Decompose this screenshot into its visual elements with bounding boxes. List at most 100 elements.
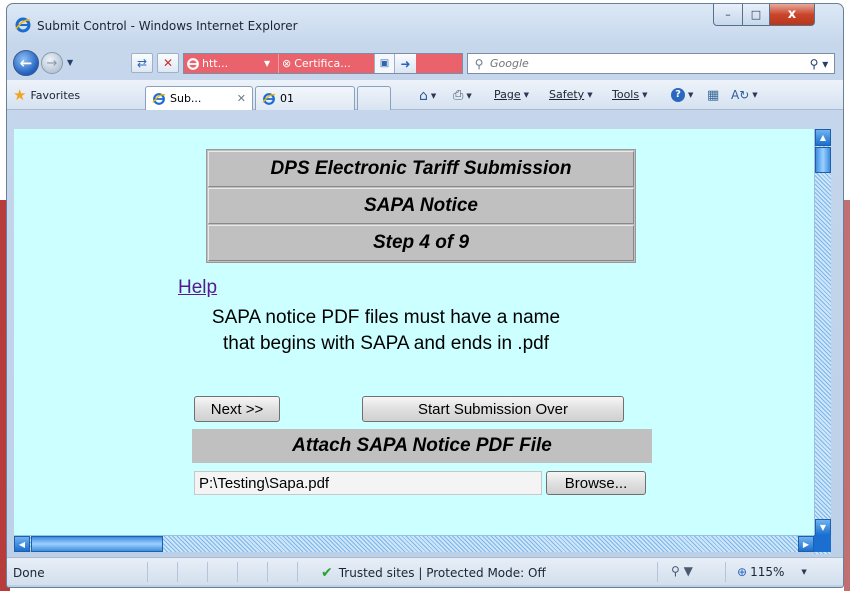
forward-arrow-icon: → xyxy=(46,55,58,71)
zone-label: Trusted sites | Protected Mode: Off xyxy=(338,566,546,580)
instructions-line-1: SAPA notice PDF files must have a name xyxy=(211,307,561,328)
checkmark-icon: ✔ xyxy=(321,565,333,581)
safety-menu-label: Safety xyxy=(549,88,585,101)
favorites-button[interactable]: ★ Favorites xyxy=(13,85,80,105)
chevron-down-icon: ▼ xyxy=(752,91,758,99)
search-icon[interactable]: ⚲ ▾ xyxy=(804,57,834,71)
compatibility-icon[interactable]: ▣ xyxy=(374,54,394,73)
scrollbar-corner xyxy=(814,535,831,552)
window-title: Submit Control - Windows Internet Explor… xyxy=(37,19,298,33)
search-input[interactable] xyxy=(490,57,804,70)
tab-label: Sub... xyxy=(170,92,202,105)
compatibility-view-button[interactable]: ⇄ xyxy=(131,53,153,73)
header-subtitle: SAPA Notice xyxy=(208,188,634,224)
tab-01[interactable]: 01 xyxy=(255,86,355,110)
certificate-error-button[interactable]: ⊗ Certifica... xyxy=(278,54,374,73)
zoom-button[interactable]: ⊕ 115% ▼ xyxy=(737,565,807,579)
back-arrow-icon: ← xyxy=(19,54,33,72)
horizontal-scrollbar[interactable]: ◀ ▶ xyxy=(14,535,814,552)
navigation-bar: ← → ▼ ⇄ ✕ htt... ▼ ⊗ Certifica... ▣ ➜ ⚲ … xyxy=(7,44,843,80)
vertical-scroll-thumb[interactable] xyxy=(815,147,831,173)
research-button[interactable]: ▦ xyxy=(707,88,719,103)
history-dropdown-icon[interactable]: ▼ xyxy=(67,58,73,67)
scroll-down-icon[interactable]: ▼ xyxy=(815,519,831,536)
print-button[interactable]: ⎙ ▼ xyxy=(453,88,472,103)
status-divider xyxy=(237,562,238,582)
help-icon: ? xyxy=(671,88,685,102)
security-zone[interactable]: ✔ Trusted sites | Protected Mode: Off xyxy=(321,565,546,581)
research-icon: ▦ xyxy=(707,88,720,103)
status-bar: Done ✔ Trusted sites | Protected Mode: O… xyxy=(7,557,843,585)
header-title: DPS Electronic Tariff Submission xyxy=(208,151,634,187)
scroll-up-icon[interactable]: ▲ xyxy=(815,129,831,146)
page-menu[interactable]: Page ▼ xyxy=(494,88,529,101)
page-menu-label: Page xyxy=(494,88,521,101)
print-icon: ⎙ xyxy=(453,88,464,103)
home-icon: ⌂ xyxy=(419,88,428,104)
chevron-down-icon: ▼ xyxy=(801,568,807,576)
status-text: Done xyxy=(13,566,45,580)
zoom-icon: ⊕ xyxy=(737,565,748,579)
favorites-star-icon: ★ xyxy=(13,86,27,104)
tools-menu[interactable]: Tools ▼ xyxy=(612,88,648,101)
status-divider xyxy=(657,562,658,582)
safety-menu[interactable]: Safety ▼ xyxy=(549,88,593,101)
scroll-left-icon[interactable]: ◀ xyxy=(14,536,30,552)
instructions-line-2: that begins with SAPA and ends in .pdf xyxy=(222,333,550,354)
help-link[interactable]: Help xyxy=(178,277,217,299)
status-divider xyxy=(147,562,148,582)
protected-mode-icon[interactable]: ⚲ ▼ xyxy=(671,564,693,578)
forward-button[interactable]: → xyxy=(41,52,63,74)
file-path-input[interactable] xyxy=(194,471,542,495)
address-text[interactable]: htt... xyxy=(202,57,264,70)
help-button[interactable]: ? ▼ xyxy=(671,88,693,102)
maximize-button[interactable]: □ xyxy=(742,4,770,26)
scroll-right-icon[interactable]: ▶ xyxy=(798,536,814,552)
tab-close-icon[interactable]: ✕ xyxy=(237,92,246,105)
translate-button[interactable]: A↻ ▼ xyxy=(731,88,758,102)
refresh-arrows-icon: ⇄ xyxy=(136,56,148,70)
back-button[interactable]: ← xyxy=(13,50,39,76)
status-divider xyxy=(177,562,178,582)
stop-button[interactable]: ✕ xyxy=(157,53,179,73)
zoom-level: 115% xyxy=(750,565,785,579)
home-button[interactable]: ⌂ ▼ xyxy=(419,88,436,104)
address-dropdown-icon[interactable]: ▼ xyxy=(264,59,278,68)
chevron-down-icon: ▼ xyxy=(523,90,530,99)
horizontal-scroll-thumb[interactable] xyxy=(31,536,163,552)
translate-icon: A↻ xyxy=(731,88,750,102)
tab-ie-icon xyxy=(262,92,276,105)
browse-button[interactable]: Browse... xyxy=(546,471,646,495)
address-bar[interactable]: htt... ▼ ⊗ Certifica... ▣ ➜ xyxy=(183,53,463,74)
tab-submit-control[interactable]: Sub... ✕ xyxy=(145,86,253,110)
status-divider xyxy=(207,562,208,582)
attach-section-header: Attach SAPA Notice PDF File xyxy=(192,429,652,463)
next-button[interactable]: Next >> xyxy=(194,396,280,422)
maximize-icon: □ xyxy=(750,8,762,21)
internet-explorer-icon xyxy=(15,17,31,33)
tools-menu-label: Tools xyxy=(612,88,640,101)
chevron-down-icon: ▼ xyxy=(587,90,593,99)
status-divider xyxy=(725,562,726,582)
command-bar: ★ Favorites Sub... ✕ 01 ⌂ ▼ ⎙ ▼ Page ▼ Safe… xyxy=(7,80,843,110)
chevron-down-icon: ▼ xyxy=(430,92,437,100)
minimize-icon: – xyxy=(725,8,731,21)
tab-label: 01 xyxy=(280,92,294,105)
search-provider-icon: ⚲ xyxy=(474,56,484,71)
status-divider xyxy=(267,562,268,582)
desktop-edge-right xyxy=(844,200,850,591)
vertical-scrollbar[interactable]: ▲ ▼ xyxy=(814,129,831,554)
stop-icon: ✕ xyxy=(162,56,174,70)
new-tab-button[interactable] xyxy=(357,86,391,110)
chevron-down-icon: ▼ xyxy=(688,91,694,99)
close-button[interactable]: x xyxy=(769,4,815,26)
go-arrow-icon[interactable]: ➜ xyxy=(394,54,416,73)
start-submission-over-button[interactable]: Start Submission Over xyxy=(362,396,624,422)
page-content: DPS Electronic Tariff Submission SAPA No… xyxy=(14,129,814,535)
status-divider xyxy=(297,562,298,582)
close-icon: x xyxy=(787,7,797,22)
instructions-text: SAPA notice PDF files must have a name t… xyxy=(166,305,606,357)
search-box[interactable]: ⚲ ⚲ ▾ xyxy=(467,53,835,74)
favorites-label: Favorites xyxy=(30,88,81,102)
minimize-button[interactable]: – xyxy=(713,4,743,26)
